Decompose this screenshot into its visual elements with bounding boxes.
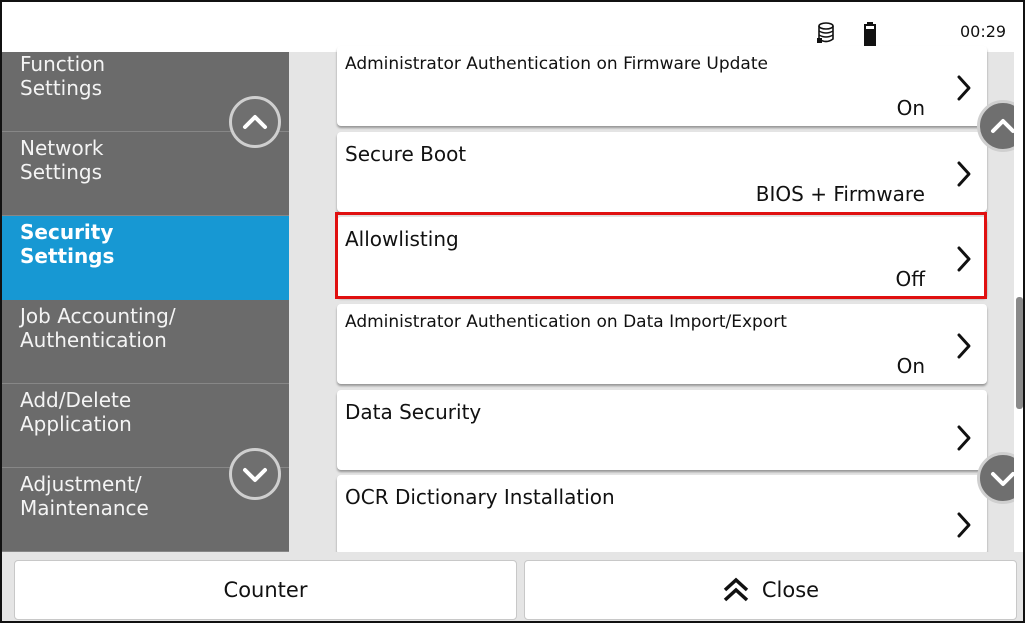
sidebar-item-label: Job Accounting/ Authentication <box>20 304 176 352</box>
sidebar-item-label: Function Settings <box>20 52 106 100</box>
sidebar-item-job-accounting[interactable]: Job Accounting/ Authentication <box>2 300 289 384</box>
double-chevron-up-icon <box>723 577 749 602</box>
sidebar-item-security-settings[interactable]: Security Settings <box>2 216 289 300</box>
setting-title: OCR Dictionary Installation <box>345 485 615 509</box>
sidebar-scroll-up-button[interactable] <box>229 96 281 148</box>
status-bar: 00:29 <box>2 2 1023 52</box>
setting-value: Off <box>895 267 925 291</box>
settings-category-menu: Function Settings Network Settings Secur… <box>2 52 289 552</box>
chevron-right-icon <box>957 246 971 272</box>
clock-time: 00:29 <box>960 22 1007 41</box>
setting-row-data-security[interactable]: Data Security <box>337 390 987 470</box>
counter-button-label: Counter <box>223 578 308 602</box>
sidebar-scroll-down-button[interactable] <box>229 448 281 500</box>
security-settings-list: Administrator Authentication on Firmware… <box>289 46 1023 555</box>
chevron-right-icon <box>957 333 971 359</box>
chevron-right-icon <box>957 512 971 538</box>
counter-button[interactable]: Counter <box>14 560 517 620</box>
setting-title: Allowlisting <box>345 227 459 251</box>
sidebar-item-label: Add/Delete Application <box>20 388 132 436</box>
setting-title: Secure Boot <box>345 142 467 166</box>
setting-title: Administrator Authentication on Firmware… <box>345 54 768 74</box>
close-button[interactable]: Close <box>524 560 1017 620</box>
bottom-action-bar: Counter Close <box>2 552 1023 621</box>
printer-panel-screen: 00:29 Function Settings Network Settings… <box>0 0 1025 623</box>
setting-row-auth-firmware-update[interactable]: Administrator Authentication on Firmware… <box>337 46 987 126</box>
setting-value: On <box>896 96 925 120</box>
setting-title: Administrator Authentication on Data Imp… <box>345 312 787 332</box>
list-scrollbar-thumb[interactable] <box>1016 297 1023 409</box>
chevron-up-icon <box>243 115 267 129</box>
setting-value: BIOS + Firmware <box>755 182 925 206</box>
setting-row-allowlisting[interactable]: Allowlisting Off <box>337 217 987 297</box>
chevron-right-icon <box>957 425 971 451</box>
setting-row-ocr-dictionary[interactable]: OCR Dictionary Installation <box>337 475 987 555</box>
chevron-right-icon <box>957 161 971 187</box>
setting-value: On <box>896 354 925 378</box>
sidebar-item-label: Security Settings <box>20 220 115 268</box>
close-button-label: Close <box>761 578 820 602</box>
setting-title: Data Security <box>345 400 482 424</box>
setting-row-secure-boot[interactable]: Secure Boot BIOS + Firmware <box>337 132 987 212</box>
battery-icon <box>864 22 876 46</box>
database-icon <box>817 22 834 43</box>
chevron-down-icon <box>243 468 267 482</box>
setting-row-auth-data-import-export[interactable]: Administrator Authentication on Data Imp… <box>337 304 987 384</box>
chevron-right-icon <box>957 75 971 101</box>
